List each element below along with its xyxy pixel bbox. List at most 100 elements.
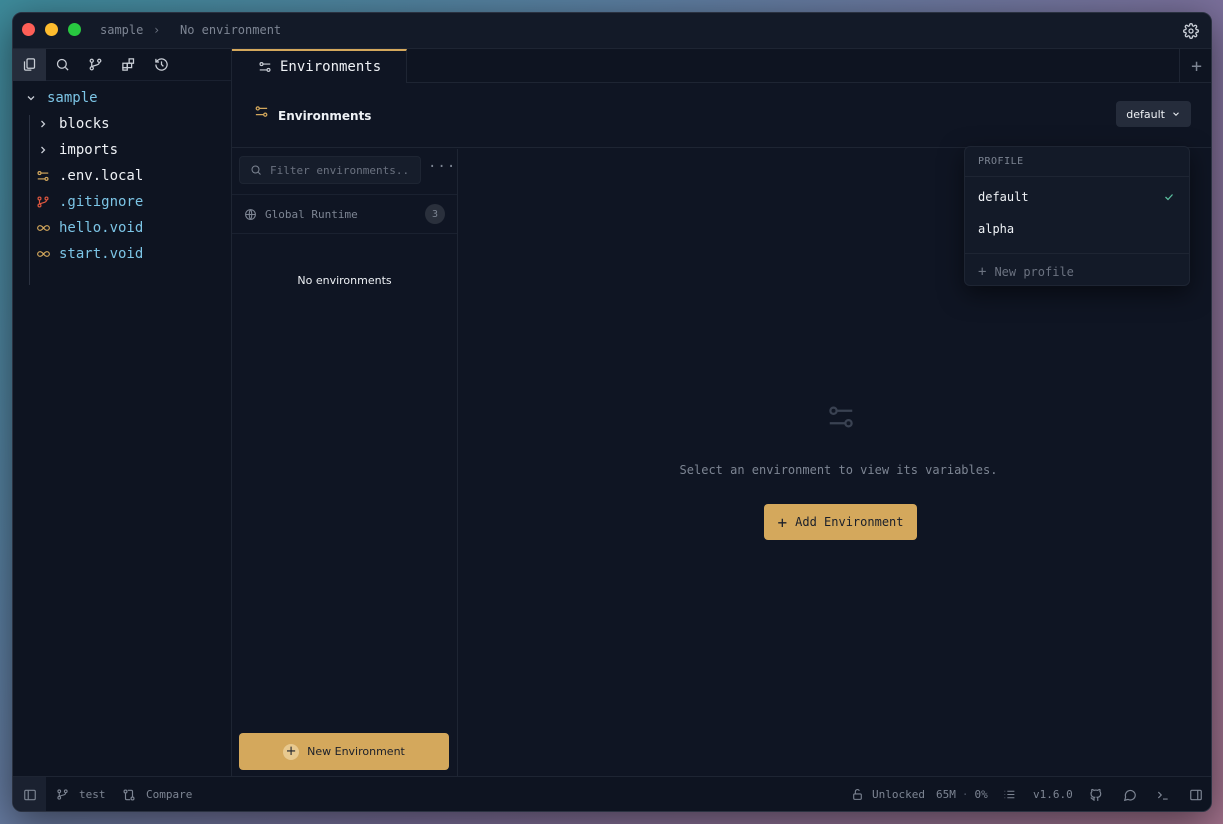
empty-state-message: Select an environment to view its variab… — [679, 463, 998, 477]
files-icon[interactable] — [13, 48, 46, 81]
sidebar-icon — [23, 788, 37, 802]
environments-header: Environments default — [232, 83, 1211, 148]
profile-option-alpha[interactable]: alpha — [965, 213, 1189, 245]
check-icon — [1163, 191, 1175, 206]
tab-bar: Environments + — [232, 49, 1211, 83]
terminal-icon[interactable] — [1156, 777, 1170, 811]
new-environment-button[interactable]: + New Environment — [239, 733, 449, 770]
gear-icon[interactable] — [1183, 23, 1199, 39]
title-bar: sample › No environment — [13, 13, 1211, 49]
tab-environments[interactable]: Environments — [232, 49, 407, 83]
sliders-icon — [254, 104, 269, 123]
profile-select-value: default — [1126, 107, 1165, 121]
dropdown-heading: PROFILE — [965, 147, 1189, 177]
tree-item-imports[interactable]: imports — [13, 137, 231, 163]
profile-select-button[interactable]: default — [1116, 101, 1191, 127]
profile-option-label: alpha — [978, 222, 1015, 236]
lock-status[interactable]: Unlocked — [851, 777, 925, 811]
chevron-down-icon — [23, 90, 39, 106]
tree-item-label: sample — [47, 90, 98, 106]
tree-item-sample[interactable]: sample — [13, 85, 231, 111]
close-window-button[interactable] — [22, 23, 35, 36]
global-runtime-label: Global Runtime — [265, 207, 358, 221]
memory-usage: 65M · 0% — [936, 777, 988, 811]
infinity-icon — [35, 246, 51, 262]
lock-label: Unlocked — [872, 788, 925, 801]
file-explorer-sidebar: sample blocks imports .env.local .gitign… — [13, 48, 232, 778]
new-profile-label: New profile — [994, 265, 1074, 279]
chevron-right-icon: › — [153, 23, 161, 37]
chevron-right-icon — [35, 142, 51, 158]
unlock-icon — [851, 788, 864, 801]
tree-item-label: hello.void — [59, 220, 144, 236]
tree-item-gitignore[interactable]: .gitignore — [13, 189, 231, 215]
sliders-icon — [258, 60, 272, 74]
tree-item-env-local[interactable]: .env.local — [13, 163, 231, 189]
more-options-icon[interactable]: ··· — [428, 160, 456, 174]
global-runtime-item[interactable]: Global Runtime 3 — [232, 194, 457, 234]
search-icon — [250, 164, 262, 176]
status-bar: test Compare Unlocked 65M · 0% v1.6.0 — [13, 776, 1211, 811]
sliders-icon — [826, 402, 856, 436]
count-badge: 3 — [425, 204, 445, 224]
breadcrumb-project[interactable]: sample — [100, 23, 143, 37]
blocks-icon[interactable] — [112, 49, 145, 81]
plus-icon: + — [283, 743, 300, 760]
tree-item-start-void[interactable]: start.void — [13, 241, 231, 267]
chevron-down-icon — [1171, 109, 1181, 119]
tree-item-label: start.void — [59, 246, 144, 262]
new-tab-button[interactable]: + — [1179, 49, 1211, 83]
environment-list-pane: ··· Global Runtime 3 No environments + N… — [232, 149, 458, 778]
tab-label: Environments — [280, 59, 382, 75]
plus-icon: + — [777, 512, 788, 532]
panel-toggle-icon[interactable] — [1189, 777, 1203, 811]
minimize-window-button[interactable] — [45, 23, 58, 36]
plus-icon: + — [1191, 55, 1202, 77]
new-profile-button[interactable]: + New profile — [965, 254, 1189, 290]
plus-icon: + — [978, 264, 987, 280]
zoom-window-button[interactable] — [68, 23, 81, 36]
chevron-right-icon — [35, 116, 51, 132]
tree-item-label: .env.local — [59, 168, 144, 184]
app-window: sample › No environment sample blocks im… — [12, 12, 1212, 812]
tree-item-label: imports — [59, 142, 119, 158]
compare-button[interactable]: Compare — [122, 777, 193, 811]
chat-icon[interactable] — [1123, 777, 1137, 811]
tree-item-blocks[interactable]: blocks — [13, 111, 231, 137]
add-environment-button[interactable]: + Add Environment — [764, 504, 917, 540]
breadcrumb-environment[interactable]: No environment — [180, 23, 281, 37]
version-label: v1.6.0 — [1033, 788, 1073, 801]
sidebar-toolbar — [13, 48, 231, 81]
toggle-sidebar-button[interactable] — [13, 777, 46, 811]
cpu-value: 0% — [974, 788, 988, 801]
branch-label: test — [79, 788, 106, 801]
profile-dropdown-menu: PROFILE default alpha + New profile — [964, 146, 1190, 286]
tree-item-hello-void[interactable]: hello.void — [13, 215, 231, 241]
tree-item-label: .gitignore — [59, 194, 144, 210]
infinity-icon — [35, 220, 51, 236]
sliders-icon — [35, 168, 51, 184]
filter-environments-input[interactable] — [270, 163, 410, 177]
profile-option-label: default — [978, 190, 1029, 204]
tree-item-label: blocks — [59, 116, 110, 132]
github-icon[interactable] — [1089, 777, 1103, 811]
branch-indicator[interactable]: test — [56, 777, 106, 811]
git-branch-icon — [56, 788, 69, 801]
compare-icon — [122, 788, 136, 802]
history-icon[interactable] — [145, 49, 178, 81]
profile-option-default[interactable]: default — [965, 181, 1189, 213]
empty-state-text: No environments — [297, 274, 392, 287]
separator-dot: · — [961, 788, 969, 801]
add-environment-label: Add Environment — [795, 515, 904, 529]
search-icon[interactable] — [46, 49, 79, 81]
globe-icon — [244, 208, 257, 221]
compare-label: Compare — [146, 788, 193, 801]
memory-value: 65M — [936, 788, 956, 801]
git-branch-icon[interactable] — [79, 49, 112, 81]
git-branch-icon — [35, 194, 51, 210]
new-environment-label: New Environment — [307, 745, 405, 758]
page-title: Environments — [278, 109, 372, 123]
list-icon[interactable] — [1003, 777, 1016, 811]
filter-environments-field[interactable] — [239, 156, 421, 184]
file-tree: sample blocks imports .env.local .gitign… — [13, 81, 231, 285]
